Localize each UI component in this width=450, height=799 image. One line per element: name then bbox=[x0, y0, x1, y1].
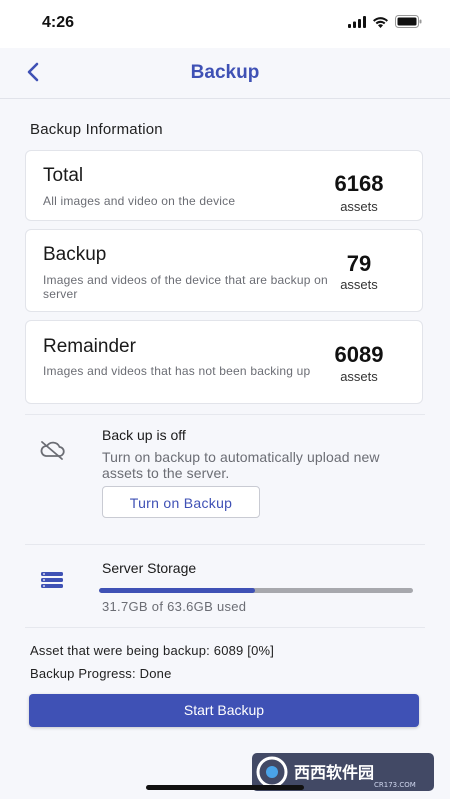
svg-text:CR173.COM: CR173.COM bbox=[374, 781, 416, 789]
backup-off-title: Back up is off bbox=[102, 427, 186, 443]
status-bar: 4:26 bbox=[0, 0, 450, 48]
backup-card: Backup Images and videos of the device t… bbox=[25, 229, 423, 312]
backup-off-description: Turn on backup to automatically upload n… bbox=[102, 449, 380, 481]
backup-info-heading: Backup Information bbox=[30, 121, 163, 138]
battery-icon bbox=[395, 15, 422, 28]
backup-progress-status: Backup Progress: Done bbox=[30, 666, 172, 681]
divider bbox=[25, 414, 425, 415]
status-time: 4:26 bbox=[42, 14, 75, 31]
cellular-signal-icon bbox=[348, 15, 366, 28]
total-description: All images and video on the device bbox=[43, 194, 236, 208]
remainder-title: Remainder bbox=[43, 336, 136, 357]
server-storage-title: Server Storage bbox=[102, 560, 197, 576]
backup-description: Images and videos of the device that are… bbox=[43, 273, 328, 301]
storage-progress-fill bbox=[99, 588, 256, 593]
home-indicator[interactable] bbox=[146, 785, 304, 790]
remainder-unit: assets bbox=[340, 369, 378, 384]
backup-unit: assets bbox=[340, 277, 378, 292]
backup-assets-status: Asset that were being backup: 6089 [0%] bbox=[30, 643, 275, 658]
storage-used-label: 31.7GB of 63.6GB used bbox=[102, 599, 247, 614]
divider bbox=[25, 627, 425, 628]
remainder-description: Images and videos that has not been back… bbox=[43, 364, 311, 378]
remainder-card: Remainder Images and videos that has not… bbox=[25, 320, 423, 404]
backup-count: 79 bbox=[346, 251, 372, 276]
status-icons bbox=[348, 15, 422, 28]
page-title: Backup bbox=[190, 62, 260, 83]
backup-title: Backup bbox=[43, 244, 107, 265]
total-title: Total bbox=[43, 165, 84, 186]
total-unit: assets bbox=[340, 199, 378, 214]
svg-text:西西软件园: 西西软件园 bbox=[294, 763, 374, 782]
remainder-count: 6089 bbox=[334, 342, 384, 367]
storage-icon bbox=[41, 572, 63, 588]
nav-bar: Backup bbox=[0, 48, 450, 99]
total-card: Total All images and video on the device… bbox=[25, 150, 423, 221]
storage-progress-bar bbox=[99, 588, 413, 593]
start-backup-button[interactable]: Start Backup bbox=[29, 694, 419, 727]
total-count: 6168 bbox=[334, 171, 384, 196]
turn-on-backup-button[interactable]: Turn on Backup bbox=[102, 486, 260, 518]
wifi-icon bbox=[373, 16, 388, 28]
divider bbox=[25, 544, 425, 545]
cloud-off-icon bbox=[40, 441, 65, 460]
